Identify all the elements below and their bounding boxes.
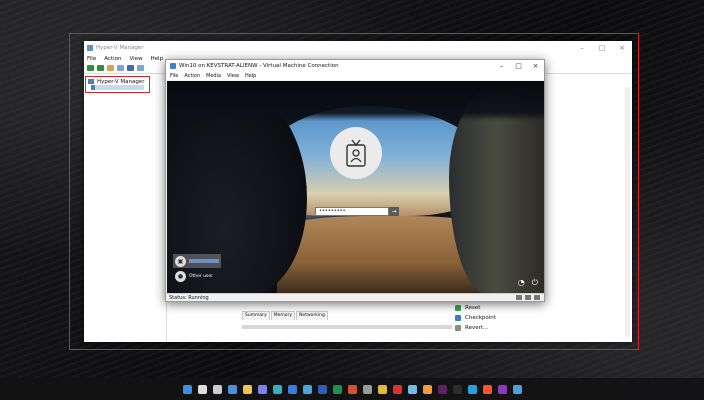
onenote-icon[interactable] (497, 384, 507, 394)
vm-close-button[interactable]: × (527, 62, 544, 70)
vm-menu-view[interactable]: View (227, 73, 239, 79)
lockscreen-system-icons: ◔ ⏻ (518, 278, 538, 288)
start-icon[interactable] (182, 384, 192, 394)
user-avatar (330, 127, 382, 179)
lock-icon (525, 295, 531, 300)
vm-connection-window: Win10 on KEVSTRAT-ALIENW - Virtual Machi… (165, 59, 545, 302)
accessibility-icon[interactable]: ◔ (518, 278, 525, 288)
submit-arrow-button[interactable]: → (389, 207, 399, 216)
keyboard-icon (516, 295, 522, 300)
other-user-label: Other user (189, 273, 214, 279)
vm-window-controls: – □ × (493, 62, 544, 70)
photos-icon[interactable] (287, 384, 297, 394)
vm-menubar: File Action Media View Help (166, 72, 544, 80)
chrome-icon[interactable] (377, 384, 387, 394)
other-user-icon: ● (175, 270, 186, 282)
notepad-icon[interactable] (407, 384, 417, 394)
vm-maximize-button[interactable]: □ (510, 62, 527, 70)
user-badge-icon (346, 139, 366, 167)
vm-menu-file[interactable]: File (170, 73, 178, 79)
vm-lock-screen[interactable]: ••••••••• → ▣ ● Other user ◔ ⏻ (167, 81, 544, 294)
slack-icon[interactable] (437, 384, 447, 394)
redacted-username (189, 259, 219, 263)
vm-title: Win10 on KEVSTRAT-ALIENW - Virtual Machi… (179, 63, 339, 69)
brave-icon[interactable] (482, 384, 492, 394)
user-option-current[interactable]: ▣ (173, 254, 221, 268)
vm-statusbar: Status: Running (166, 293, 544, 301)
powerpoint-icon[interactable] (347, 384, 357, 394)
user-option-other[interactable]: ● Other user (173, 269, 221, 283)
terminal-icon[interactable] (452, 384, 462, 394)
vm-minimize-button[interactable]: – (493, 62, 510, 70)
edge-icon[interactable] (272, 384, 282, 394)
display-icon (534, 295, 540, 300)
power-icon[interactable]: ⏻ (532, 278, 538, 288)
lockscreen-arch-top (167, 81, 544, 121)
settings-icon[interactable] (362, 384, 372, 394)
remote-desktop-icon[interactable] (512, 384, 522, 394)
user-small-icon: ▣ (175, 255, 186, 267)
excel-icon[interactable] (332, 384, 342, 394)
word-icon[interactable] (317, 384, 327, 394)
task-view-icon[interactable] (212, 384, 222, 394)
search-icon[interactable] (197, 384, 207, 394)
vm-status-text: Status: Running (169, 294, 209, 301)
paint-icon[interactable] (422, 384, 432, 394)
file-explorer-icon[interactable] (242, 384, 252, 394)
password-input[interactable]: ••••••••• (315, 207, 389, 216)
store-icon[interactable] (302, 384, 312, 394)
windows-taskbar (0, 378, 704, 400)
opera-icon[interactable] (392, 384, 402, 394)
vmconnect-app-icon (170, 63, 176, 69)
vm-menu-media[interactable]: Media (206, 73, 221, 79)
vm-menu-action[interactable]: Action (184, 73, 200, 79)
teams-icon[interactable] (257, 384, 267, 394)
widgets-icon[interactable] (227, 384, 237, 394)
user-switcher: ▣ ● Other user (173, 254, 221, 284)
vm-menu-help[interactable]: Help (245, 73, 256, 79)
vm-status-icons (516, 295, 544, 300)
vscode-icon[interactable] (467, 384, 477, 394)
vm-titlebar: Win10 on KEVSTRAT-ALIENW - Virtual Machi… (166, 60, 544, 72)
